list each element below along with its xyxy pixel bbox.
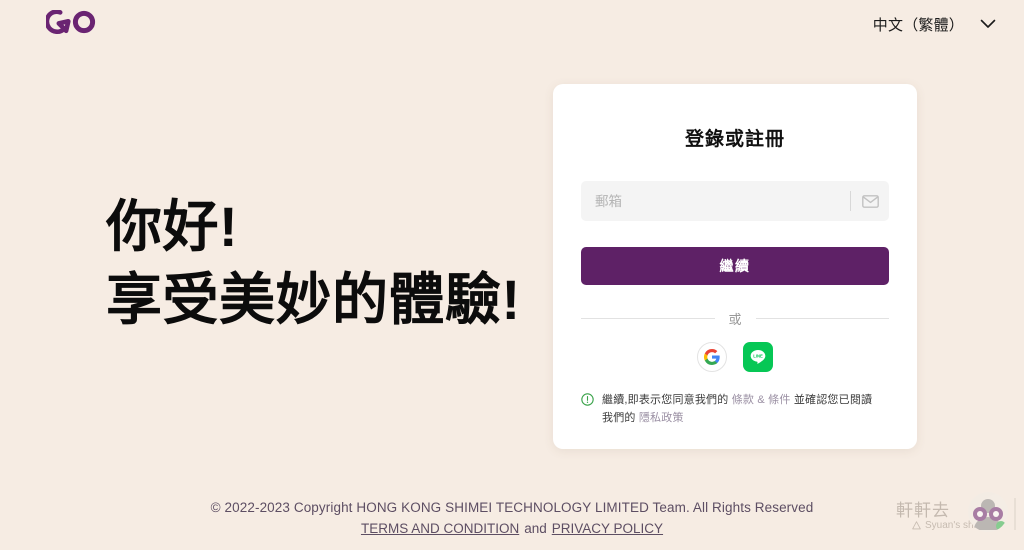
page-footer: © 2022-2023 Copyright HONG KONG SHIMEI T… bbox=[0, 500, 1024, 536]
email-input[interactable] bbox=[581, 181, 850, 221]
privacy-policy-link[interactable]: 隱私政策 bbox=[639, 412, 684, 424]
footer-privacy-link[interactable]: PRIVACY POLICY bbox=[552, 521, 663, 536]
terms-notice: 繼續,即表示您同意我們的 條款 & 條件 並確認您已閱讀我們的 隱私政策 bbox=[581, 392, 889, 427]
footer-copyright: © 2022-2023 Copyright HONG KONG SHIMEI T… bbox=[210, 500, 814, 515]
footer-links: TERMS AND CONDITION and PRIVACY POLICY bbox=[0, 521, 1024, 536]
info-circle-icon bbox=[581, 393, 594, 406]
chevron-down-icon bbox=[980, 19, 996, 28]
terms-and-conditions-link[interactable]: 條款 & 條件 bbox=[732, 394, 791, 406]
envelope-icon bbox=[851, 194, 889, 208]
continue-button[interactable]: 繼續 bbox=[581, 247, 889, 285]
or-divider: 或 bbox=[581, 309, 890, 328]
google-icon bbox=[704, 349, 720, 365]
divider-label: 或 bbox=[728, 312, 742, 327]
line-login-button[interactable]: LINE bbox=[743, 342, 773, 372]
line-icon: LINE bbox=[750, 350, 766, 364]
language-selector[interactable]: 中文（繁體） bbox=[867, 10, 1002, 39]
hero-section: 你好! 享受美妙的體驗! bbox=[106, 195, 576, 331]
email-field-wrapper bbox=[581, 181, 889, 221]
social-login-row: LINE bbox=[581, 342, 889, 372]
divider-rule-left bbox=[581, 318, 715, 319]
google-login-button[interactable] bbox=[697, 342, 727, 372]
footer-terms-link[interactable]: TERMS AND CONDITION bbox=[361, 521, 519, 536]
svg-text:LINE: LINE bbox=[753, 354, 763, 359]
language-label: 中文（繁體） bbox=[872, 16, 964, 34]
terms-text: 繼續,即表示您同意我們的 條款 & 條件 並確認您已閱讀我們的 隱私政策 bbox=[602, 392, 883, 427]
auth-card: 登錄或註冊 繼續 或 LINE bbox=[553, 84, 917, 449]
footer-and-text: and bbox=[524, 521, 547, 536]
terms-prefix: 繼續,即表示您同意我們的 bbox=[602, 394, 732, 406]
auth-title: 登錄或註冊 bbox=[684, 129, 785, 150]
hero-line-2: 享受美妙的體驗! bbox=[106, 267, 521, 331]
brand-logo[interactable] bbox=[46, 10, 100, 38]
page-header: 中文（繁體） bbox=[0, 0, 1024, 48]
go-logo-icon bbox=[46, 10, 96, 35]
divider-rule-right bbox=[755, 318, 890, 319]
hero-line-1: 你好! bbox=[106, 195, 239, 258]
